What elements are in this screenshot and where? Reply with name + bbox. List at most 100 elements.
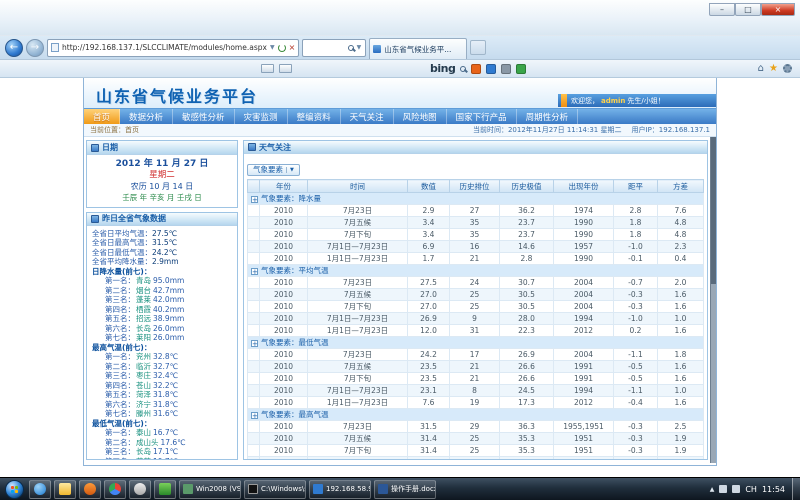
taskbar-window-button[interactable]: C:\Windows\s... — [244, 480, 306, 499]
table-cell: 9 — [450, 313, 500, 325]
address-bar[interactable]: http://192.168.137.1/SLCCLIMATE/modules/… — [47, 39, 299, 57]
nav-item-天气关注[interactable]: 天气关注 — [341, 109, 394, 124]
toolbar-orange-icon[interactable] — [471, 64, 481, 74]
station-link[interactable]: 滕州 — [136, 409, 151, 418]
home-icon[interactable]: ⌂ — [758, 63, 764, 74]
new-tab-button[interactable] — [470, 40, 486, 55]
taskbar-tool-button[interactable] — [154, 480, 176, 499]
taskbar-qq-button[interactable] — [129, 480, 151, 499]
close-button[interactable]: × — [761, 3, 795, 16]
nav-item-首页[interactable]: 首页 — [84, 109, 120, 124]
search-icon[interactable] — [348, 45, 354, 51]
table-row: 20107月23日31.52936.31955,1951-0.32.5 — [248, 421, 704, 433]
station-link[interactable]: 招远 — [136, 314, 151, 323]
search-box[interactable]: ▼ — [302, 39, 366, 57]
table-cell: 2010 — [260, 241, 308, 253]
table-cell: 2010 — [260, 289, 308, 301]
taskbar-ie-button[interactable] — [29, 480, 51, 499]
nav-item-国家下行产品[interactable]: 国家下行产品 — [447, 109, 517, 124]
scrollbar-thumb[interactable] — [711, 137, 716, 284]
weather-summary: 全省日平均气温：27.5℃全省日最高气温：31.5℃全省日最低气温：24.2℃全… — [92, 229, 235, 267]
bing-search-icon[interactable] — [460, 66, 466, 72]
station-link[interactable]: 枣庄 — [136, 371, 151, 380]
language-indicator[interactable]: CH — [745, 485, 757, 494]
element-dropdown-button[interactable]: 气象要素 ▼ — [247, 164, 300, 176]
station-link[interactable]: 长岛 — [136, 324, 151, 333]
volume-icon[interactable] — [732, 485, 740, 493]
forward-button[interactable]: → — [26, 39, 44, 57]
station-link[interactable]: 长岛 — [136, 447, 151, 456]
taskbar-window-button[interactable]: 192.168.58.99... — [309, 480, 371, 499]
toolbar-blue-icon[interactable] — [486, 64, 496, 74]
station-link[interactable]: 泰山 — [136, 428, 151, 437]
taskbar-explorer-button[interactable] — [54, 480, 76, 499]
expand-icon[interactable]: + — [251, 268, 258, 275]
rank-value: 16.7℃ — [153, 428, 178, 437]
stop-icon[interactable]: × — [289, 43, 296, 52]
table-cell: 19 — [450, 397, 500, 409]
gear-icon[interactable] — [783, 64, 792, 73]
taskbar-window-button[interactable]: Win2008 (VS2... — [179, 480, 241, 499]
nav-item-灾害监测[interactable]: 灾害监测 — [235, 109, 288, 124]
network-icon[interactable] — [719, 485, 727, 493]
table-section-row[interactable]: +气象要素：降水量 — [248, 193, 704, 205]
rank-value: 42.0mm — [153, 295, 184, 304]
table-cell: 21 — [450, 373, 500, 385]
taskbar-chrome-button[interactable] — [104, 480, 126, 499]
mail-icon[interactable] — [261, 64, 274, 73]
station-link[interactable]: 蓬莱 — [136, 457, 151, 459]
taskbar-media-button[interactable] — [79, 480, 101, 499]
browser-tab[interactable]: 山东省气候业务平... — [369, 38, 467, 59]
toolbar-grey-icon[interactable] — [501, 64, 511, 74]
station-link[interactable]: 菏泽 — [136, 390, 151, 399]
date-box: 日期 2012 年 11 月 27 日 星期二 农历 10 月 14 日 壬辰 … — [86, 140, 238, 208]
weather-focus-panel: 天气关注 气象要素 ▼ 年份时间 — [243, 140, 708, 460]
taskbar-button-label: 操作手册.docx ... — [391, 484, 436, 494]
group-title: 最高气温(前七)： — [92, 343, 235, 353]
table-section-row[interactable]: +气象要素：最低气温 — [248, 337, 704, 349]
taskbar-window-button[interactable]: 操作手册.docx ... — [374, 480, 436, 499]
station-link[interactable]: 蓬莱 — [136, 295, 151, 304]
favorites-star-icon[interactable]: ★ — [769, 63, 778, 74]
table-section-row[interactable]: +气象要素：最高气温 — [248, 409, 704, 421]
tray-up-arrow-icon[interactable]: ▲ — [710, 486, 715, 493]
table-cell: 35 — [450, 229, 500, 241]
station-link[interactable]: 济宁 — [136, 400, 151, 409]
station-link[interactable]: 临沂 — [136, 362, 151, 371]
toolbar-green-icon[interactable] — [516, 64, 526, 74]
table-cell: -0.1 — [614, 253, 658, 265]
search-dropdown-icon[interactable]: ▼ — [357, 44, 362, 51]
expand-icon[interactable]: + — [251, 412, 258, 419]
address-dropdown-icon[interactable]: ▼ — [270, 44, 275, 51]
back-button[interactable]: ← — [5, 39, 23, 57]
nav-item-风险地图[interactable]: 风险地图 — [394, 109, 447, 124]
show-desktop-button[interactable] — [792, 478, 800, 500]
nav-item-敏感性分析[interactable]: 敏感性分析 — [173, 109, 235, 124]
station-link[interactable]: 成山头 — [136, 438, 159, 447]
station-link[interactable]: 兖州 — [136, 352, 151, 361]
rank-value: 31.6℃ — [153, 409, 178, 418]
station-link[interactable]: 莱阳 — [136, 333, 151, 342]
nav-item-整编资料[interactable]: 整编资料 — [288, 109, 341, 124]
station-link[interactable]: 栖霞 — [136, 305, 151, 314]
table-section-row[interactable]: +气象要素：平均气温 — [248, 265, 704, 277]
expand-icon[interactable]: + — [251, 196, 258, 203]
station-link[interactable]: 烟台 — [136, 286, 151, 295]
nav-item-周期性分析[interactable]: 周期性分析 — [517, 109, 579, 124]
station-link[interactable]: 青岛 — [136, 276, 151, 285]
start-button[interactable] — [5, 480, 24, 499]
maximize-button[interactable]: □ — [735, 3, 761, 16]
minimize-button[interactable]: – — [709, 3, 735, 16]
table-cell: 27.0 — [408, 289, 450, 301]
page-scrollbar[interactable] — [710, 137, 716, 463]
mail2-icon[interactable] — [279, 64, 292, 73]
station-link[interactable]: 苍山 — [136, 381, 151, 390]
expand-icon[interactable]: + — [251, 340, 258, 347]
nav-item-数据分析[interactable]: 数据分析 — [120, 109, 173, 124]
refresh-icon[interactable] — [278, 44, 286, 52]
table-row: 20107月五候3.43523.719901.84.8 — [248, 217, 704, 229]
bing-logo[interactable]: bing — [430, 62, 455, 75]
clock[interactable]: 11:54 — [762, 485, 785, 494]
url-text[interactable]: http://192.168.137.1/SLCCLIMATE/modules/… — [62, 43, 267, 52]
table-cell: 7月下旬 — [308, 229, 408, 241]
